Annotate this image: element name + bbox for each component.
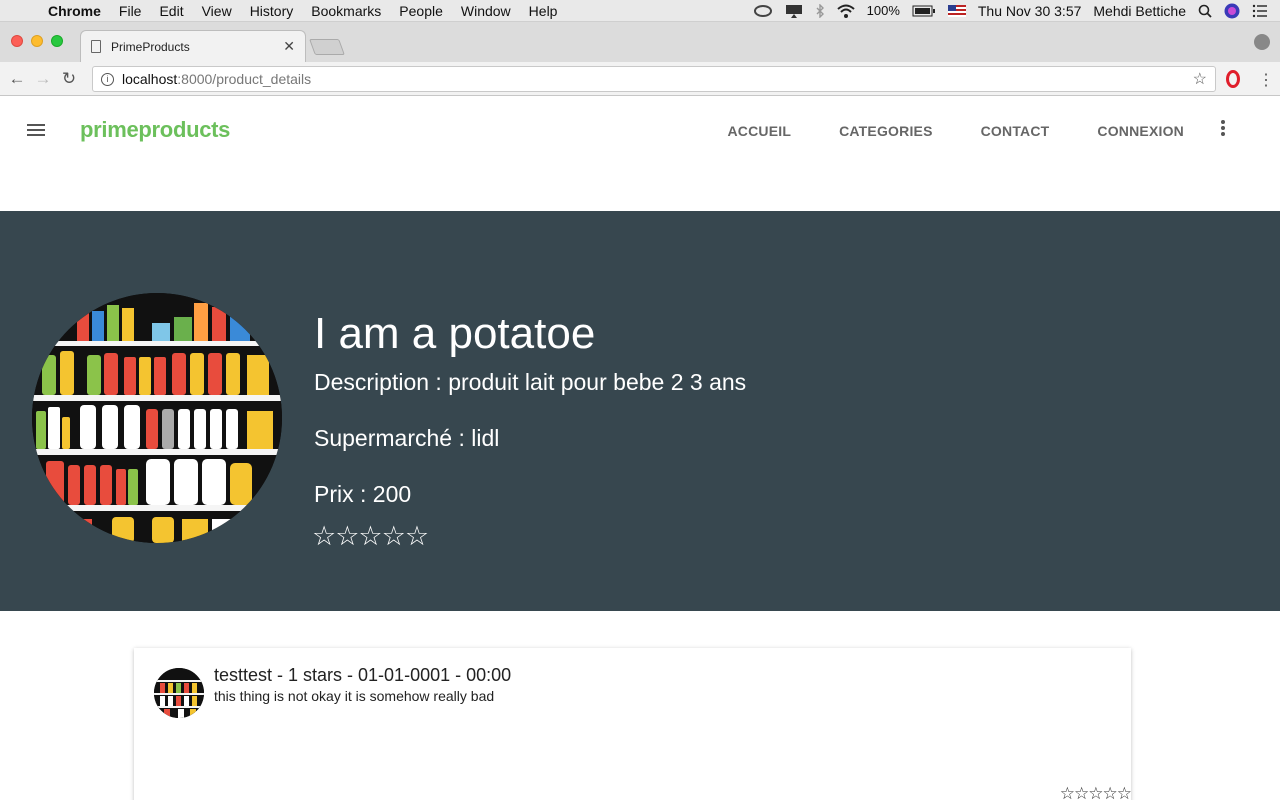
menu-window[interactable]: Window	[452, 3, 520, 19]
close-window-button[interactable]	[11, 35, 23, 47]
profile-icon[interactable]	[1254, 34, 1270, 50]
page-icon	[91, 40, 101, 53]
tab-close-icon[interactable]: ✕	[283, 38, 295, 55]
nav-categories[interactable]: CATEGORIES	[839, 123, 933, 139]
siri-icon[interactable]	[1224, 3, 1240, 19]
menu-people[interactable]: People	[390, 3, 452, 19]
forward-icon[interactable]: →	[30, 69, 56, 89]
airplay-icon[interactable]	[785, 4, 803, 18]
nav-accueil[interactable]: ACCUEIL	[727, 123, 791, 139]
menu-bookmarks[interactable]: Bookmarks	[302, 3, 390, 19]
battery-percent: 100%	[866, 3, 900, 18]
product-rating-stars[interactable]: ☆☆☆☆☆	[312, 521, 429, 552]
zoom-window-button[interactable]	[51, 35, 63, 47]
chrome-menu-icon[interactable]: ⋮	[1258, 70, 1274, 90]
tab-title: PrimeProducts	[111, 39, 190, 54]
spotlight-search-icon[interactable]	[1198, 4, 1212, 18]
us-flag-icon[interactable]	[947, 4, 966, 17]
product-description: Description : produit lait pour bebe 2 3…	[314, 369, 747, 395]
bookmark-star-icon[interactable]: ☆	[1193, 69, 1207, 89]
os-menubar: Chrome File Edit View History Bookmarks …	[0, 0, 1280, 22]
product-image	[32, 293, 282, 543]
address-bar[interactable]: i localhost:8000/product_details ☆	[92, 66, 1216, 92]
back-icon[interactable]: ←	[4, 69, 30, 89]
review-avatar	[154, 668, 204, 718]
brand-logo[interactable]: primeproducts	[80, 117, 230, 143]
url-path: :8000/product_details	[177, 71, 312, 87]
product-title: I am a potatoe	[314, 309, 596, 358]
user-name[interactable]: Mehdi Bettiche	[1093, 3, 1186, 19]
menu-history[interactable]: History	[241, 3, 303, 19]
product-supermarket: Supermarché : lidl	[314, 425, 500, 451]
wifi-icon[interactable]	[836, 4, 855, 18]
menu-edit[interactable]: Edit	[150, 3, 192, 19]
menu-view[interactable]: View	[193, 3, 241, 19]
notification-center-icon[interactable]	[1252, 4, 1268, 18]
minimize-window-button[interactable]	[31, 35, 43, 47]
reload-icon[interactable]: ↻	[56, 69, 82, 89]
menu-app[interactable]: Chrome	[40, 3, 110, 19]
browser-tab[interactable]: PrimeProducts ✕	[80, 30, 306, 62]
hamburger-menu-icon[interactable]	[27, 124, 45, 139]
review-header: testtest - 1 stars - 01-01-0001 - 00:00	[214, 665, 512, 685]
menu-file[interactable]: File	[110, 3, 151, 19]
status-area: 100% Thu Nov 30 3:57 Mehdi Bettiche	[753, 3, 1280, 19]
product-hero: I am a potatoe Description : produit lai…	[0, 211, 1280, 611]
menu-help[interactable]: Help	[520, 3, 567, 19]
nav-contact[interactable]: CONTACT	[981, 123, 1050, 139]
browser-toolbar: ← → ↻ i localhost:8000/product_details ☆…	[0, 62, 1280, 96]
site-header: primeproducts ACCUEIL CATEGORIES CONTACT…	[0, 97, 1280, 161]
more-options-icon[interactable]	[1221, 120, 1225, 138]
main-nav: ACCUEIL CATEGORIES CONTACT CONNEXION	[727, 123, 1184, 139]
url-host: localhost	[122, 71, 178, 87]
review-text: this thing is not okay it is somehow rea…	[214, 688, 495, 704]
review-card: testtest - 1 stars - 01-01-0001 - 00:00 …	[134, 648, 1132, 800]
window-controls	[11, 35, 63, 47]
new-tab-button[interactable]	[309, 39, 345, 55]
product-price: Prix : 200	[314, 481, 412, 507]
tab-strip: PrimeProducts ✕	[0, 22, 1280, 62]
clock[interactable]: Thu Nov 30 3:57	[978, 3, 1082, 19]
bluetooth-icon[interactable]	[815, 3, 825, 18]
battery-icon[interactable]	[912, 5, 936, 17]
info-icon[interactable]: i	[101, 72, 114, 86]
review-rating-stars[interactable]: ☆☆☆☆☆	[1060, 784, 1132, 800]
nav-connexion[interactable]: CONNEXION	[1097, 123, 1184, 139]
creative-cloud-icon[interactable]	[753, 4, 773, 18]
opera-extension-icon[interactable]	[1226, 70, 1240, 88]
